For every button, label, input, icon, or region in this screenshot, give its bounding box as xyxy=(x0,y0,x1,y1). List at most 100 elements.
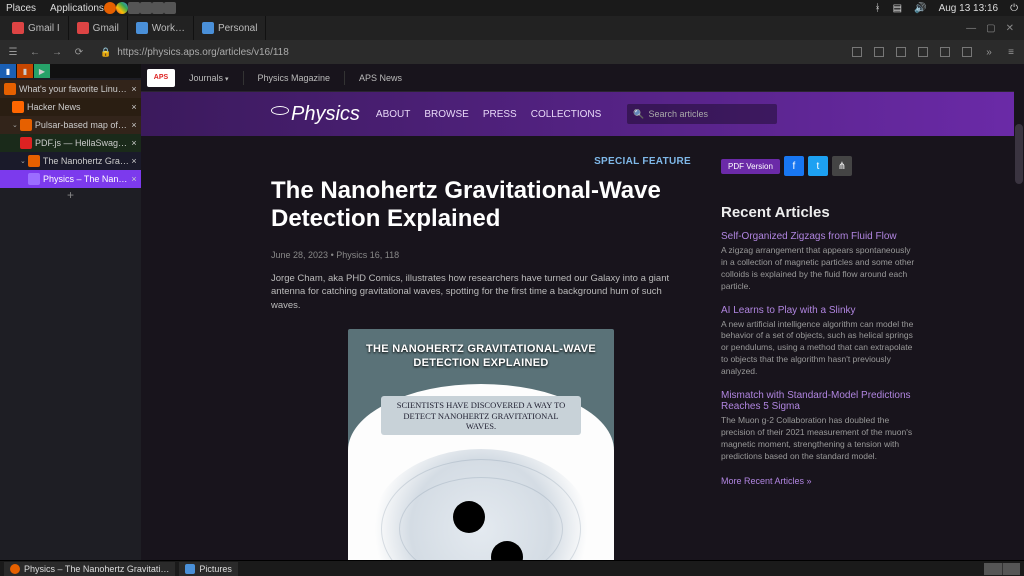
page-content: APS Journals Physics Magazine APS News P… xyxy=(141,64,1024,560)
hamburger-icon[interactable]: ≡ xyxy=(1004,45,1018,59)
close-icon[interactable]: × xyxy=(129,84,139,94)
new-tab-button[interactable]: + xyxy=(0,188,141,204)
tree-tab[interactable]: ⌄The Nanohertz Gravitationa…× xyxy=(0,152,141,170)
chevron-down-icon[interactable]: ⌄ xyxy=(20,157,26,165)
article-title: The Nanohertz Gravitational-Wave Detecti… xyxy=(271,177,691,234)
recent-article-link[interactable]: Mismatch with Standard-Model Predictions… xyxy=(721,390,916,412)
nav-about[interactable]: ABOUT xyxy=(376,109,410,120)
sidebar-group-button[interactable]: ▮ xyxy=(0,64,16,78)
folder-icon xyxy=(185,564,195,574)
subnav-journals[interactable]: Journals xyxy=(179,73,239,83)
nav-press[interactable]: PRESS xyxy=(483,109,517,120)
launcher-code-icon[interactable] xyxy=(140,2,152,14)
taskbar-firefox[interactable]: Physics – The Nanohertz Gravitati… xyxy=(4,562,175,576)
desktop-taskbar: Physics – The Nanohertz Gravitati… Pictu… xyxy=(0,560,1024,576)
launcher-chrome-icon[interactable] xyxy=(116,2,128,14)
recent-article-link[interactable]: Self-Organized Zigzags from Fluid Flow xyxy=(721,231,916,242)
close-icon[interactable]: × xyxy=(129,120,139,130)
extension-icon[interactable] xyxy=(850,45,864,59)
menu-places[interactable]: Places xyxy=(6,3,36,14)
menu-applications[interactable]: Applications xyxy=(50,3,104,14)
scroll-thumb[interactable] xyxy=(1015,124,1023,184)
taskbar-files[interactable]: Pictures xyxy=(179,562,238,576)
black-hole-icon xyxy=(453,501,485,533)
comic-caption: SCIENTISTS HAVE DISCOVERED A WAY TO DETE… xyxy=(381,396,581,435)
pdf-version-button[interactable]: PDF Version xyxy=(721,159,780,174)
nav-browse[interactable]: BROWSE xyxy=(424,109,468,120)
nav-forward-icon[interactable]: → xyxy=(50,45,64,59)
favicon-icon xyxy=(28,155,40,167)
extension-icon[interactable] xyxy=(938,45,952,59)
chevron-down-icon[interactable]: ⌄ xyxy=(12,121,18,129)
tree-tab[interactable]: Hacker News× xyxy=(0,98,141,116)
sidebar-toggle-icon[interactable]: ☰ xyxy=(6,45,20,59)
tree-tab[interactable]: What's your favorite Linux “De…× xyxy=(0,80,141,98)
recent-article-summary: A new artificial intelligence algorithm … xyxy=(721,319,916,378)
search-input[interactable]: 🔍 Search articles xyxy=(627,104,777,124)
sidebar-group-button[interactable]: ▶ xyxy=(34,64,50,78)
aps-logo[interactable]: APS xyxy=(147,69,175,87)
browser-tab[interactable]: Gmail I xyxy=(4,16,69,40)
extension-icon[interactable] xyxy=(916,45,930,59)
favicon-icon xyxy=(20,119,32,131)
comic-illustration xyxy=(371,449,591,560)
article-main: SPECIAL FEATURE The Nanohertz Gravitatio… xyxy=(271,156,691,560)
nav-back-icon[interactable]: ← xyxy=(28,45,42,59)
hero-nav: ABOUT BROWSE PRESS COLLECTIONS xyxy=(376,109,601,120)
extension-icon[interactable] xyxy=(872,45,886,59)
launcher-firefox-icon[interactable] xyxy=(104,2,116,14)
browser-tab[interactable]: Personal xyxy=(194,16,266,40)
black-hole-icon xyxy=(491,541,523,560)
share-facebook-icon[interactable]: f xyxy=(784,156,804,176)
sidebar-group-switcher: ▮ ▮ ▶ xyxy=(0,64,141,78)
subnav-apsnews[interactable]: APS News xyxy=(349,73,412,83)
recent-article-link[interactable]: AI Learns to Play with a Slinky xyxy=(721,305,916,316)
tree-tab[interactable]: PDF.js — HellaSwag.ann…× xyxy=(0,134,141,152)
tree-tab[interactable]: ⌄Pulsar-based map of… | Soft…× xyxy=(0,116,141,134)
extension-icon[interactable] xyxy=(894,45,908,59)
tree-tab-active[interactable]: Physics – The Nanohertz G…× xyxy=(0,170,141,188)
site-hero: Physics ABOUT BROWSE PRESS COLLECTIONS 🔍… xyxy=(141,92,1024,136)
favicon-icon xyxy=(4,83,16,95)
sidebar-group-button[interactable]: ▮ xyxy=(17,64,33,78)
window-maximize-icon[interactable]: ▢ xyxy=(986,23,995,34)
launcher-files-icon[interactable] xyxy=(128,2,140,14)
recent-heading: Recent Articles xyxy=(721,204,916,221)
subnav-magazine[interactable]: Physics Magazine xyxy=(248,73,341,83)
launcher-terminal-icon[interactable] xyxy=(152,2,164,14)
close-icon[interactable]: × xyxy=(129,174,139,184)
article-meta: June 28, 2023 • Physics 16, 118 xyxy=(271,250,691,260)
overflow-icon[interactable]: » xyxy=(982,45,996,59)
share-twitter-icon[interactable]: t xyxy=(808,156,828,176)
tray-power-icon[interactable]: ⏻ xyxy=(1010,3,1018,14)
tray-network-icon[interactable]: ▤ xyxy=(893,3,902,14)
url-bar[interactable]: 🔒 https://physics.aps.org/articles/v16/1… xyxy=(94,47,842,58)
extension-icon[interactable] xyxy=(960,45,974,59)
window-minimize-icon[interactable]: — xyxy=(966,23,976,34)
favicon-icon xyxy=(12,101,24,113)
close-icon[interactable]: × xyxy=(129,102,139,112)
close-icon[interactable]: × xyxy=(129,156,139,166)
browser-tab[interactable]: Gmail xyxy=(69,16,128,40)
workspace-pager[interactable] xyxy=(984,563,1020,575)
window-close-icon[interactable]: ✕ xyxy=(1006,23,1014,34)
share-more-icon[interactable]: ⋔ xyxy=(832,156,852,176)
tray-bluetooth-icon[interactable]: ᚼ xyxy=(875,3,881,14)
scrollbar[interactable] xyxy=(1014,64,1024,560)
nav-reload-icon[interactable]: ⟳ xyxy=(72,45,86,59)
physics-logo[interactable]: Physics xyxy=(271,103,360,126)
favicon-icon xyxy=(28,173,40,185)
recent-article-summary: The Muon g-2 Collaboration has doubled t… xyxy=(721,415,916,463)
more-recent-link[interactable]: More Recent Articles » xyxy=(721,476,812,486)
recent-article: Mismatch with Standard-Model Predictions… xyxy=(721,390,916,463)
clock[interactable]: Aug 13 13:16 xyxy=(939,3,999,14)
browser-navbar: ☰ ← → ⟳ 🔒 https://physics.aps.org/articl… xyxy=(0,40,1024,64)
special-feature-label: SPECIAL FEATURE xyxy=(271,156,691,167)
browser-tab[interactable]: Work… xyxy=(128,16,194,40)
tray-volume-icon[interactable]: 🔊 xyxy=(914,3,926,14)
lock-icon: 🔒 xyxy=(100,47,111,58)
recent-article: AI Learns to Play with a Slinky A new ar… xyxy=(721,305,916,378)
launcher-mail-icon[interactable] xyxy=(164,2,176,14)
nav-collections[interactable]: COLLECTIONS xyxy=(531,109,602,120)
close-icon[interactable]: × xyxy=(129,138,139,148)
